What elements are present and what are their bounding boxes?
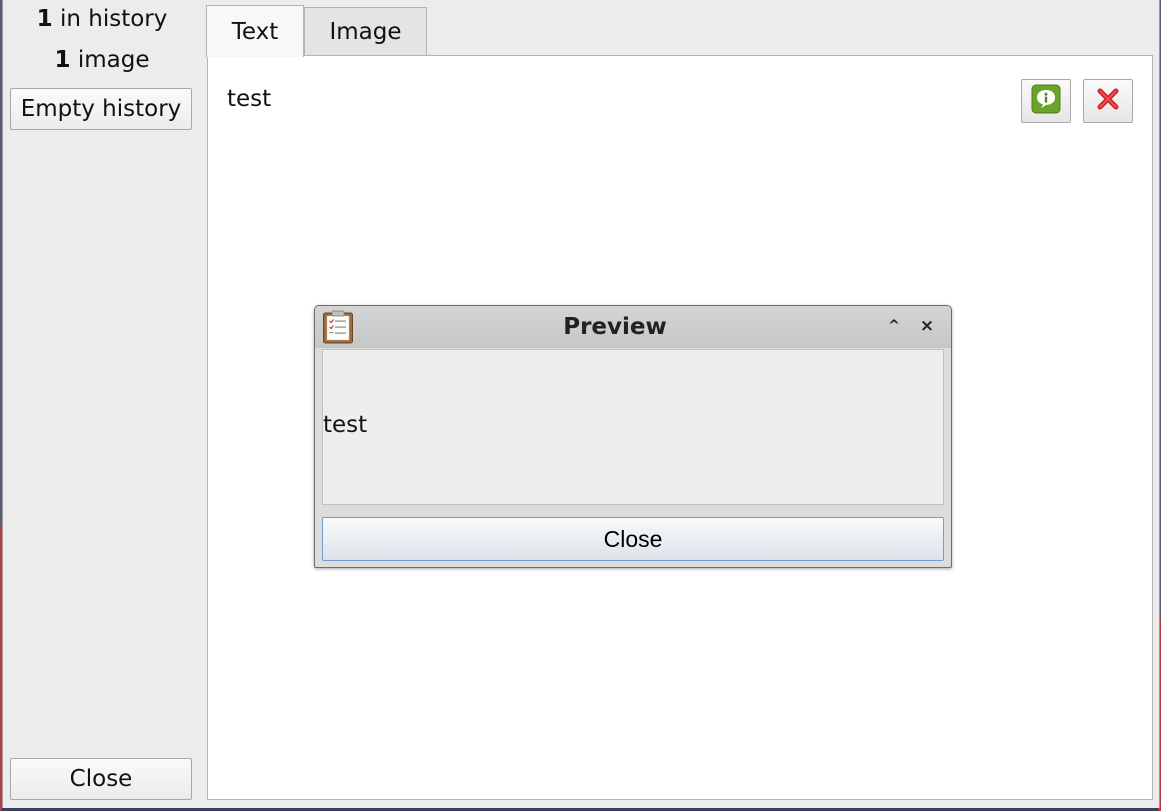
- history-count-label: 1 in history: [9, 6, 195, 32]
- preview-close-button[interactable]: Close: [322, 517, 944, 561]
- image-count-label: 1 image: [9, 47, 195, 73]
- history-window: 1 in history 1 image Empty history Close…: [2, 0, 1160, 808]
- image-count: 1: [54, 47, 71, 73]
- history-count-suffix: in history: [52, 6, 168, 32]
- window-close-button[interactable]: ×: [917, 316, 937, 336]
- preview-dialog: Preview ^ × test Close: [314, 305, 952, 568]
- empty-history-button[interactable]: Empty history: [10, 88, 192, 130]
- sidebar: 1 in history 1 image Empty history Close: [9, 0, 195, 808]
- preview-titlebar[interactable]: Preview ^ ×: [315, 306, 951, 348]
- tab-text[interactable]: Text: [206, 5, 304, 57]
- preview-content-text: test: [323, 412, 368, 438]
- minimize-button[interactable]: ^: [884, 316, 904, 336]
- delete-entry-button[interactable]: [1083, 79, 1133, 123]
- preview-content-area: test: [322, 349, 944, 505]
- red-x-icon: [1096, 87, 1120, 115]
- info-speech-icon: [1031, 84, 1061, 118]
- info-button[interactable]: [1021, 79, 1071, 123]
- preview-title: Preview: [563, 314, 667, 340]
- tab-image[interactable]: Image: [304, 7, 427, 55]
- image-count-suffix: image: [70, 47, 150, 73]
- close-button[interactable]: Close: [10, 758, 192, 800]
- history-entry-text[interactable]: test: [227, 86, 271, 112]
- history-count: 1: [36, 6, 53, 32]
